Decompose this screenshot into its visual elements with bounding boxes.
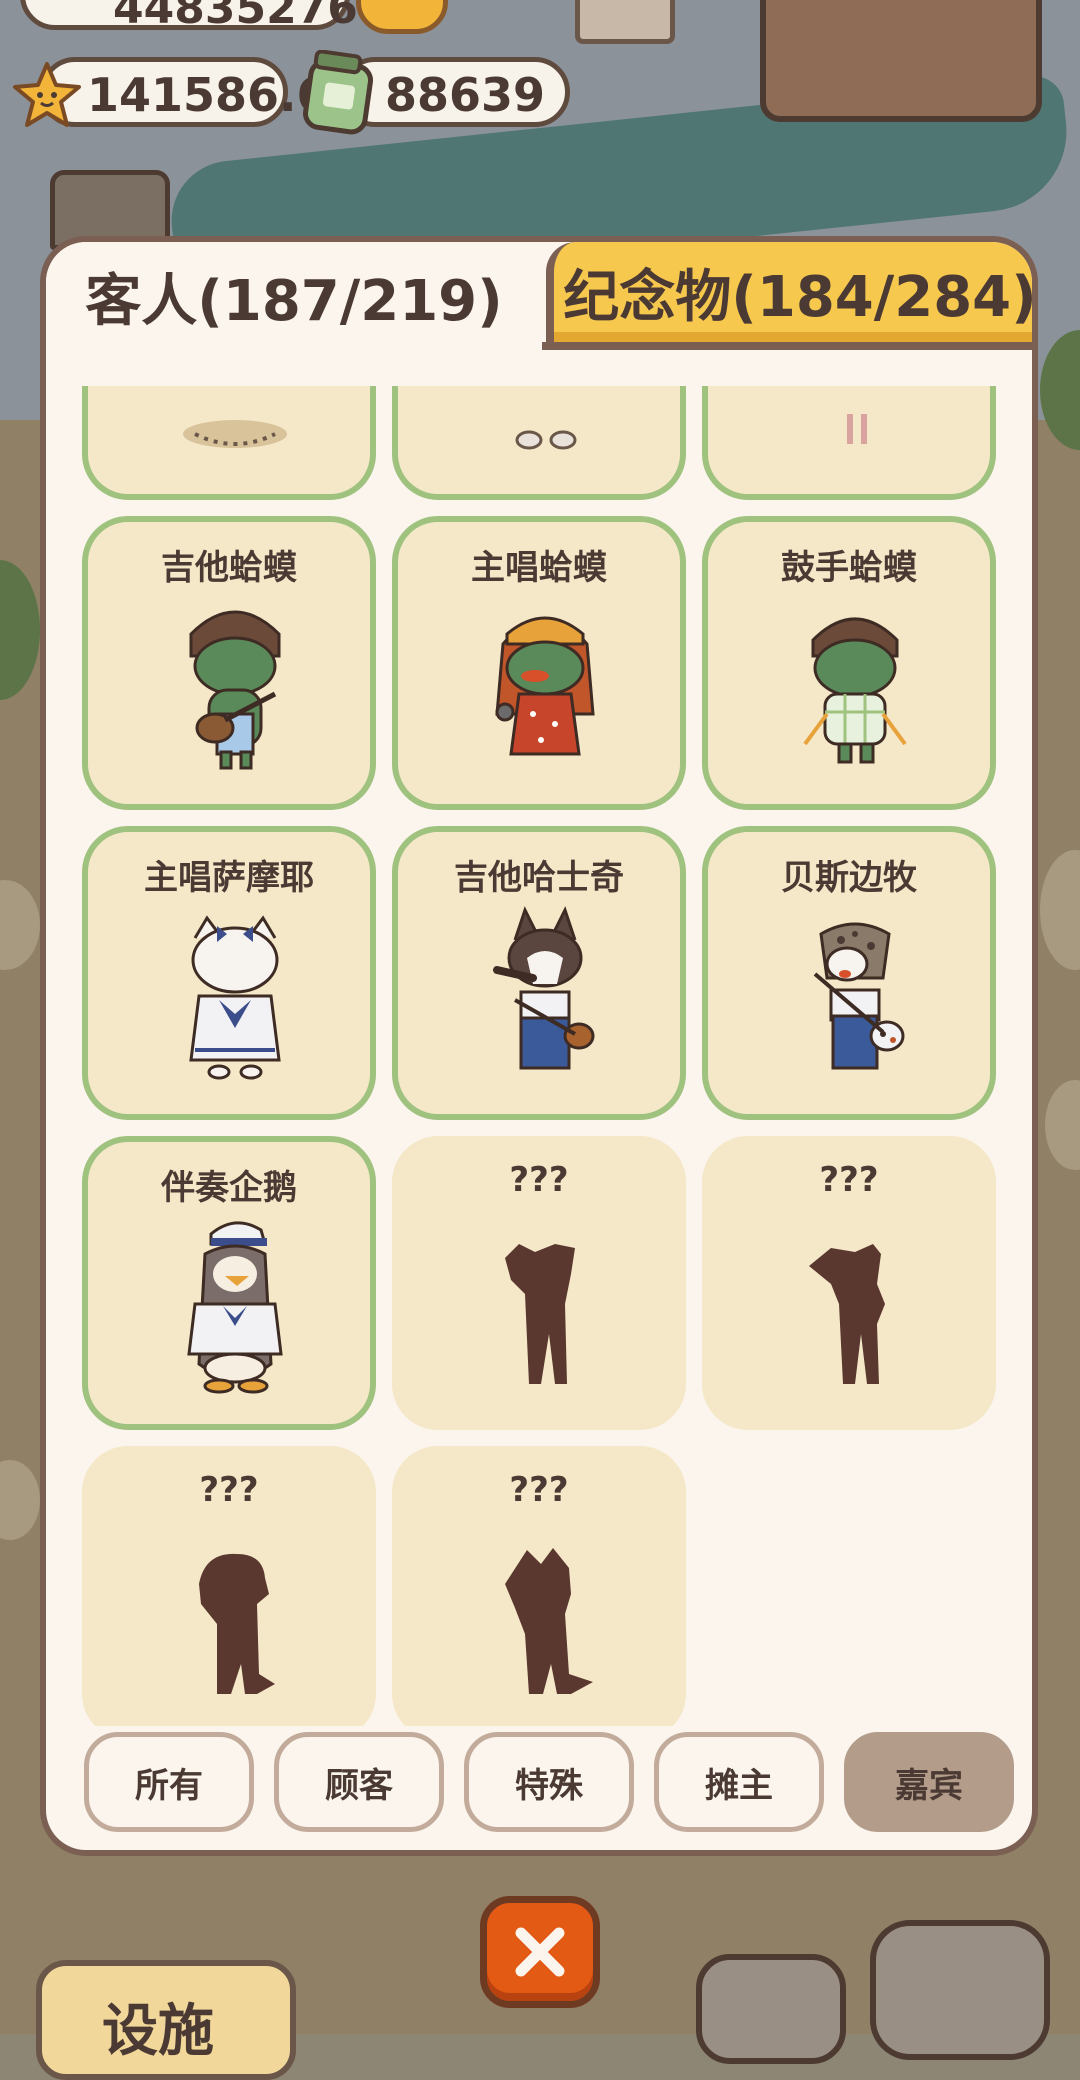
cash-jar-icon: [303, 50, 373, 135]
filter-special-button[interactable]: 特殊: [464, 1732, 634, 1832]
vocal-frog-portrait: [495, 616, 595, 756]
locked-silhouette: [505, 1548, 593, 1694]
calendar-icon[interactable]: [575, 0, 675, 44]
star-icon: [13, 62, 81, 127]
guest-name: 鼓手蛤蟆: [781, 548, 917, 588]
guest-card-locked[interactable]: ???: [392, 1136, 686, 1430]
guest-name: ???: [199, 1470, 259, 1510]
cash-currency-value: 88639: [385, 68, 546, 122]
guest-name: 主唱萨摩耶: [144, 858, 314, 898]
filter-all-button[interactable]: 所有: [84, 1732, 254, 1832]
locked-silhouette: [809, 1244, 885, 1384]
close-button[interactable]: [480, 1896, 600, 2008]
guest-name: 吉他哈士奇: [454, 858, 624, 898]
guest-card[interactable]: [392, 386, 686, 500]
guest-name: ???: [819, 1160, 879, 1200]
filter-vendors-button[interactable]: 摊主: [654, 1732, 824, 1832]
guest-card-penguin[interactable]: 伴奏企鹅: [82, 1136, 376, 1430]
guest-card-guitar-husky[interactable]: 吉他哈士奇: [392, 826, 686, 1120]
top-currency-value: 44835276: [113, 0, 358, 34]
guest-name: ???: [509, 1160, 569, 1200]
guest-portrait: [515, 430, 577, 450]
guest-card-guitar-frog[interactable]: 吉他蛤蟆: [82, 516, 376, 810]
tab-souvenirs[interactable]: 纪念物(184/284): [546, 242, 1032, 350]
filter-customers-button[interactable]: 顾客: [274, 1732, 444, 1832]
guest-card-locked[interactable]: ???: [702, 1136, 996, 1430]
guest-portrait: [847, 414, 867, 444]
guest-card-locked[interactable]: ???: [392, 1446, 686, 1726]
guest-card-vocal-frog[interactable]: 主唱蛤蟆: [392, 516, 686, 810]
bass-collie-portrait: [813, 922, 905, 1070]
collection-panel: 客人(187/219) 纪念物(184/284) 吉他蛤蟆 主唱蛤蟆 鼓手蛤蟆 …: [40, 236, 1038, 1856]
guitar-frog-portrait: [189, 610, 281, 770]
guest-grid[interactable]: 吉他蛤蟆 主唱蛤蟆 鼓手蛤蟆 主唱萨摩耶 吉他哈士奇 贝斯边牧 伴奏企鹅 ???…: [46, 386, 1032, 1726]
guest-card-drummer-frog[interactable]: 鼓手蛤蟆: [702, 516, 996, 810]
guest-name: 吉他蛤蟆: [161, 548, 297, 588]
guest-card-bass-collie[interactable]: 贝斯边牧: [702, 826, 996, 1120]
background-house: [760, 0, 1042, 122]
guest-card[interactable]: [702, 386, 996, 500]
facilities-label: 设施: [102, 1999, 214, 2064]
filter-guests-button[interactable]: 嘉宾: [844, 1732, 1014, 1832]
star-currency-value: 141586.6: [87, 68, 329, 122]
guest-card-locked[interactable]: ???: [82, 1446, 376, 1726]
tab-divider: [542, 342, 1032, 350]
tab-guests[interactable]: 客人(187/219): [46, 242, 542, 350]
whistle-icon[interactable]: [870, 1920, 1050, 2060]
drummer-frog-portrait: [803, 617, 907, 764]
guest-card-vocal-samoyed[interactable]: 主唱萨摩耶: [82, 826, 376, 1120]
guest-portrait: [183, 420, 287, 448]
camera-icon[interactable]: [696, 1954, 846, 2064]
guest-name: 伴奏企鹅: [161, 1168, 297, 1208]
close-icon: [515, 1927, 565, 1977]
guest-name: 主唱蛤蟆: [471, 548, 607, 588]
facilities-button[interactable]: 设施: [36, 1960, 296, 2080]
locked-silhouette: [199, 1553, 275, 1694]
top-currency-pill: 44835276: [20, 0, 358, 34]
guest-name: 贝斯边牧: [781, 858, 917, 898]
locked-silhouette: [505, 1244, 575, 1384]
guest-name: ???: [509, 1470, 569, 1510]
vocal-samoyed-portrait: [189, 915, 281, 1080]
penguin-portrait: [187, 1221, 283, 1394]
guest-card[interactable]: [82, 386, 376, 500]
guitar-husky-portrait: [493, 906, 595, 1070]
